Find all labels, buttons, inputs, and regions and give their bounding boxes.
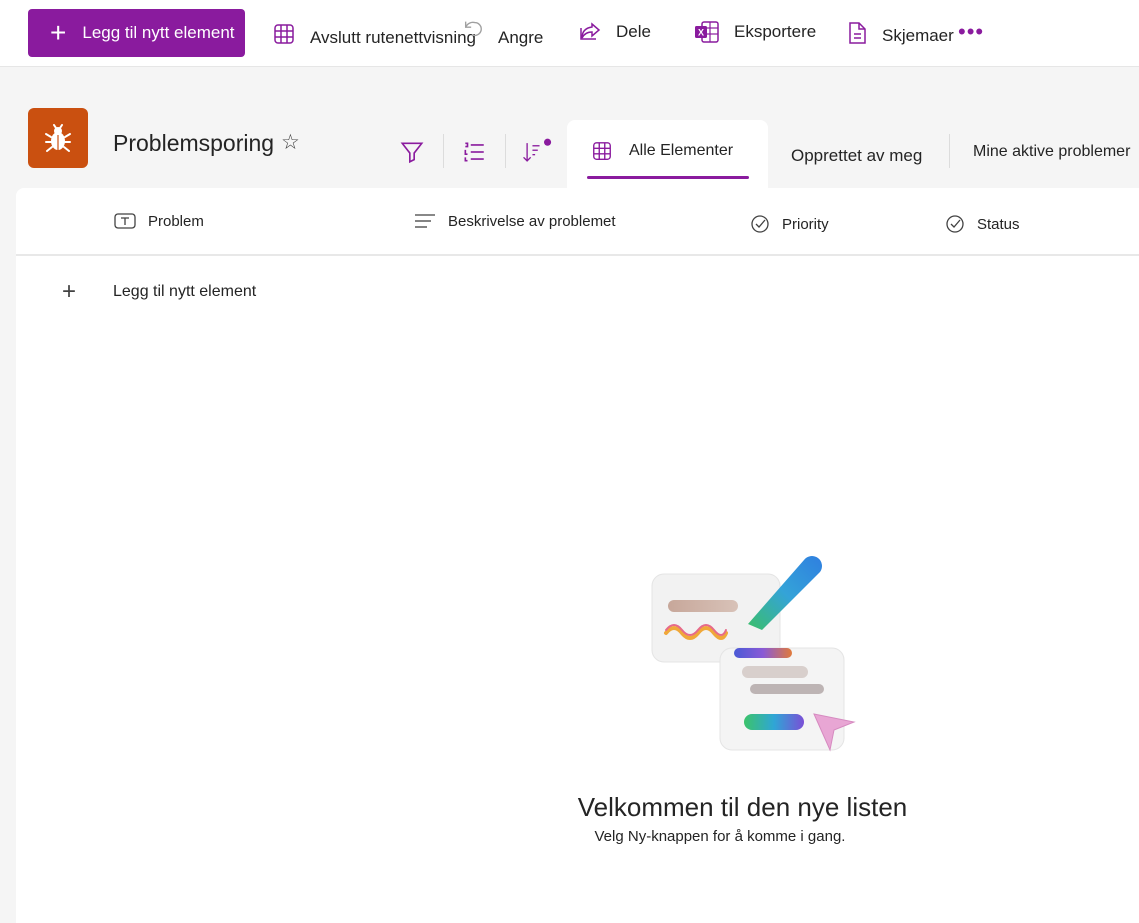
command-bar: + Legg til nytt element Avslutt rutenett…: [0, 0, 1139, 67]
form-document-icon: [849, 22, 866, 44]
sort-icon[interactable]: [520, 136, 552, 168]
empty-list-illustration: [651, 556, 856, 752]
header-divider: [16, 254, 1139, 256]
forms-label: Skjemaer: [882, 26, 954, 45]
share-label: Dele: [616, 22, 651, 41]
tab-my-active-issues[interactable]: Mine aktive problemer: [973, 143, 1130, 161]
new-item-button[interactable]: + Legg til nytt element: [28, 9, 245, 57]
tab-divider: [949, 134, 950, 168]
tab-all-items[interactable]: Alle Elementer: [567, 120, 768, 190]
choice-check-icon: [946, 215, 964, 233]
undo-label: Angre: [498, 28, 544, 47]
undo-button[interactable]: Angre: [498, 28, 543, 48]
column-header-status[interactable]: Status: [945, 214, 1020, 234]
filter-icon[interactable]: [396, 136, 428, 168]
column-header-label: Beskrivelse av problemet: [448, 212, 616, 230]
exit-grid-view-label: Avslutt rutenettvisning: [310, 28, 476, 47]
choice-check-icon: [751, 215, 769, 233]
column-header-priority[interactable]: Priority: [750, 214, 829, 234]
toolbar-divider: [505, 134, 506, 168]
bug-app-icon: [28, 108, 88, 168]
plus-icon: +: [50, 17, 67, 48]
text-field-icon: [114, 213, 136, 229]
multiline-text-icon: [415, 214, 435, 228]
empty-state-title: Velkommen til den nye listen: [577, 792, 908, 822]
add-new-item-label: Legg til nytt element: [113, 283, 257, 300]
active-tab-indicator: [587, 176, 749, 179]
forms-button[interactable]: Skjemaer: [846, 20, 954, 46]
column-header-label: Problem: [148, 212, 204, 230]
excel-icon: X: [695, 21, 719, 43]
list-panel: Problem Beskrivelse av problemet Priorit…: [16, 188, 1139, 923]
column-header-description[interactable]: Beskrivelse av problemet: [414, 212, 616, 230]
exit-grid-view-button[interactable]: Avslutt rutenettvisning: [272, 20, 476, 48]
tab-created-by-me[interactable]: Opprettet av meg: [791, 146, 922, 166]
svg-text:X: X: [698, 28, 704, 38]
column-header-label: Status: [977, 215, 1020, 233]
share-icon: [580, 22, 601, 40]
tab-all-items-label: Alle Elementer: [629, 142, 734, 159]
plus-icon: +: [62, 278, 77, 305]
favorite-star-icon[interactable]: ☆: [281, 130, 300, 155]
grid-icon: [593, 142, 611, 160]
share-button[interactable]: Dele: [578, 20, 651, 44]
more-options-icon[interactable]: •••: [958, 21, 984, 43]
export-button[interactable]: X Eksportere: [694, 20, 816, 44]
toolbar-divider: [443, 134, 444, 168]
grid-icon: [274, 24, 294, 44]
add-new-item-row[interactable]: + Legg til nytt element: [62, 280, 256, 304]
group-by-icon[interactable]: [458, 136, 490, 168]
empty-state-subtitle: Velg Ny-knappen for å komme i gang.: [594, 828, 846, 845]
export-label: Eksportere: [734, 22, 817, 41]
list-title: Problemsporing: [113, 130, 275, 156]
column-header-label: Priority: [782, 215, 829, 233]
new-item-label: Legg til nytt element: [82, 23, 235, 42]
column-header-problem[interactable]: Problem: [114, 212, 204, 230]
undo-icon: [464, 21, 482, 37]
